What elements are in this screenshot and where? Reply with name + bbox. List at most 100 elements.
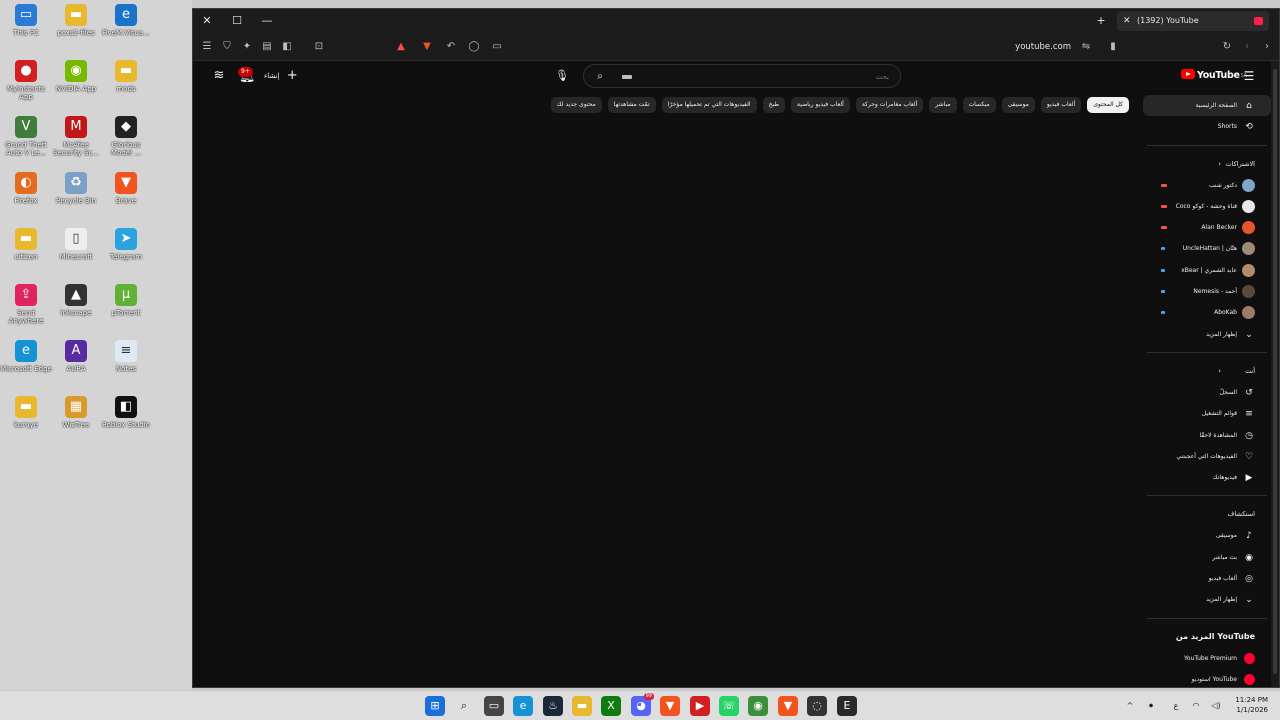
address-bar[interactable]: youtube.com: [1015, 40, 1071, 54]
taskbar-discord-icon[interactable]: ◕ 99: [631, 693, 654, 716]
desktop-icon-5[interactable]: ◉ NVIDIA App: [50, 60, 102, 93]
desktop-icon-23[interactable]: ▦ WizTree: [50, 396, 102, 429]
filter-chip-7[interactable]: ألعاب فيديو رياضية: [791, 97, 850, 113]
tab-close-icon[interactable]: ✕: [1123, 11, 1131, 31]
screen-icon[interactable]: ▭: [489, 39, 505, 55]
vpn-icon[interactable]: ▲: [393, 39, 409, 55]
menu-icon[interactable]: ☰: [199, 39, 215, 55]
shield-icon[interactable]: ⛉: [219, 39, 235, 55]
desktop-icon-4[interactable]: ● Myinstants App: [0, 60, 52, 101]
taskbar-brave-active-icon[interactable]: ▼: [778, 696, 798, 716]
taskbar-steam-icon[interactable]: ♨: [543, 696, 563, 716]
sidebar-item-live[interactable]: بث مباشر ◉: [1143, 547, 1271, 568]
desktop-icon-9[interactable]: ◆ Glorious Model ...: [100, 116, 152, 157]
desktop-icon-6[interactable]: ▬ mods: [100, 60, 152, 93]
taskbar-xbox-icon[interactable]: X: [601, 696, 621, 716]
desktop-icon-17[interactable]: ▲ inkscape: [50, 284, 102, 317]
clock[interactable]: 11:24 PM 1/1/2026: [1235, 695, 1268, 715]
desktop-icon-14[interactable]: ▯ Minecraft: [50, 228, 102, 261]
language-indicator[interactable]: ع: [1170, 699, 1182, 713]
filter-chip-9[interactable]: الفيديوهات التي تم تحميلها مؤخرًا: [661, 97, 757, 113]
sidebar-subscription-2[interactable]: Coco قناة وحشة - كوكو: [1143, 196, 1271, 217]
sidebar-show-more-subscriptions[interactable]: إظهار المزيد ⌄: [1143, 324, 1271, 345]
new-tab-button[interactable]: +: [1091, 12, 1111, 30]
undo-icon[interactable]: ↶: [443, 39, 459, 55]
sidebar-item-shorts[interactable]: Shorts ⟲: [1143, 116, 1271, 137]
extensions-icon[interactable]: ✦: [239, 39, 255, 55]
chat-icon[interactable]: ◯: [466, 39, 482, 55]
desktop-icon-20[interactable]: A AURA: [50, 340, 102, 373]
desktop-icon-13[interactable]: ▬ citizen: [0, 228, 52, 261]
sidebar-item-yt-product-1[interactable]: YouTube Premium: [1143, 648, 1271, 669]
reload-icon[interactable]: ↻: [1219, 39, 1235, 55]
search-input[interactable]: [614, 69, 889, 85]
taskbar-youtube-app-icon[interactable]: ▶: [690, 696, 710, 716]
share-icon[interactable]: ⇋: [1078, 39, 1094, 55]
sidebar-item-your-videos[interactable]: فيديوهاتك ▶: [1143, 467, 1271, 488]
desktop-icon-22[interactable]: ▬ kuruye: [0, 396, 52, 429]
sidebar-subscription-4[interactable]: UncleHattan | هتّان: [1143, 238, 1271, 259]
account-icon[interactable]: ≋: [211, 68, 227, 84]
sidebar-subscription-3[interactable]: Alan Becker: [1143, 217, 1271, 238]
sidebar-subscription-1[interactable]: دكتور شنب: [1143, 175, 1271, 196]
brave-rewards-icon[interactable]: ▼: [419, 39, 435, 55]
filter-chip-10[interactable]: تمّت مشاهدتها: [607, 97, 656, 113]
split-view-icon[interactable]: ◧: [279, 39, 295, 55]
volume-icon[interactable]: ◁): [1208, 699, 1224, 713]
screenshot-icon[interactable]: ⊡: [311, 39, 327, 55]
filter-chip-11[interactable]: محتوى جديد لك: [550, 97, 602, 113]
taskbar-brave-icon[interactable]: ▼: [660, 696, 680, 716]
filter-chip-8[interactable]: طبخ: [762, 97, 786, 113]
desktop-icon-24[interactable]: ◧ Roblox Studio: [100, 396, 152, 429]
filter-chip-4[interactable]: ميكسات: [962, 97, 996, 113]
taskbar-whatsapp-icon[interactable]: ☏: [719, 696, 739, 716]
wifi-icon[interactable]: ◠: [1190, 699, 1202, 713]
desktop-icon-12[interactable]: ▼ Brave: [100, 172, 152, 205]
desktop-icon-21[interactable]: ≡ Notes: [100, 340, 152, 373]
filter-chip-3[interactable]: موسيقى: [1001, 97, 1035, 113]
taskbar-chrome-icon[interactable]: ◉: [748, 696, 768, 716]
microphone-icon[interactable]: ⏺: [1144, 699, 1158, 713]
search-icon[interactable]: ⌕: [592, 69, 608, 85]
taskbar-file-explorer-icon[interactable]: ▭: [484, 696, 504, 716]
sidebar-item-home[interactable]: الصفحة الرئيسية ⌂: [1143, 95, 1271, 117]
filter-chip-1[interactable]: كل المحتوى: [1087, 97, 1129, 113]
page-scrollbar[interactable]: [1271, 61, 1279, 687]
desktop-icon-10[interactable]: ◐ Firefox: [0, 172, 52, 205]
sidebar-item-music[interactable]: موسيقى ♪: [1143, 525, 1271, 546]
sidebar-item-gaming[interactable]: ألعاب فيديو ◎: [1143, 568, 1271, 589]
taskbar-obs-icon[interactable]: ◌: [807, 696, 827, 716]
guide-menu-icon[interactable]: ☰: [1241, 68, 1257, 84]
create-button[interactable]: إنشاء +: [264, 68, 302, 84]
window-close-button[interactable]: ✕: [197, 12, 217, 30]
back-icon[interactable]: ‹: [1239, 39, 1255, 55]
sidebar-show-more-explore[interactable]: إظهار المزيد ⌄: [1143, 589, 1271, 610]
sidebar-icon[interactable]: ▤: [259, 39, 275, 55]
desktop-icon-2[interactable]: ▬ pcxs2-files: [50, 4, 102, 37]
desktop-icon-19[interactable]: e Microsoft Edge: [0, 340, 52, 373]
desktop-icon-3[interactable]: e FiveM.Visua...: [100, 4, 152, 37]
tab-youtube[interactable]: ✕ (1392) YouTube: [1117, 11, 1269, 31]
sidebar-subscription-5[interactable]: xBear | عابد الشمري: [1143, 260, 1271, 281]
sidebar-more-from-youtube-header[interactable]: المزيد من YouTube: [1143, 626, 1271, 648]
desktop-icon-11[interactable]: ♻ Recycle Bin: [50, 172, 102, 205]
desktop-icon-7[interactable]: V Grand Theft Auto V Le...: [0, 116, 52, 157]
sidebar-subscription-6[interactable]: Nemesis - أحمد: [1143, 281, 1271, 302]
sidebar-you-header[interactable]: أنت ›: [1143, 360, 1271, 382]
sidebar-explore-header[interactable]: استكشاف: [1143, 503, 1271, 525]
taskbar-edge-icon[interactable]: e: [513, 696, 533, 716]
sidebar-item-yt-product-2[interactable]: استوديو YouTube: [1143, 669, 1271, 687]
filter-chip-5[interactable]: مباشر: [929, 97, 957, 113]
filter-chip-6[interactable]: ألعاب مغامرات وحركة: [855, 97, 924, 113]
voice-search-icon[interactable]: 🎙︎: [553, 67, 571, 85]
window-maximize-button[interactable]: ☐: [227, 12, 247, 30]
taskbar-epic-games-icon[interactable]: E: [837, 696, 857, 716]
sidebar-item-watch-later[interactable]: المشاهدة لاحقًا ◷: [1143, 425, 1271, 446]
sidebar-item-playlists[interactable]: قوائم التشغيل ≡: [1143, 403, 1271, 424]
sidebar-item-history[interactable]: السجلّ ↺: [1143, 382, 1271, 403]
bookmark-icon[interactable]: ▮: [1105, 39, 1121, 55]
taskbar-search-icon[interactable]: ⌕: [454, 696, 474, 716]
desktop-icon-1[interactable]: ▭ This PC: [0, 4, 52, 37]
tray-chevron-icon[interactable]: ^: [1124, 699, 1136, 713]
taskbar-folder-icon[interactable]: ▬: [572, 696, 592, 716]
